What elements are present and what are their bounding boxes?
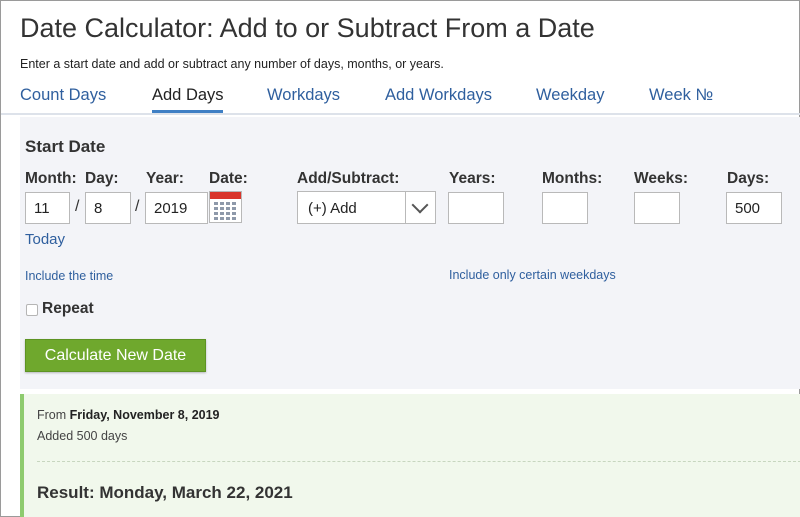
result-divider <box>37 461 800 462</box>
add-subtract-select[interactable]: (+) Add <box>297 191 436 224</box>
tab-bar: Count Days Add Days Workdays Add Workday… <box>1 84 800 115</box>
year-label: Year: <box>146 170 184 187</box>
tab-count-days[interactable]: Count Days <box>20 86 106 105</box>
years-label: Years: <box>449 170 496 187</box>
weeks-label: Weeks: <box>634 170 688 187</box>
year-input[interactable] <box>145 192 208 224</box>
include-weekdays-link[interactable]: Include only certain weekdays <box>449 268 616 282</box>
select-divider <box>405 192 406 223</box>
repeat-label: Repeat <box>42 300 94 317</box>
date-separator: / <box>135 198 140 215</box>
start-date-heading: Start Date <box>25 137 106 156</box>
active-tab-indicator <box>152 110 223 113</box>
date-label: Date: <box>209 170 248 187</box>
calendar-icon[interactable] <box>209 191 242 223</box>
repeat-checkbox[interactable] <box>26 304 38 316</box>
chevron-down-icon <box>411 196 429 214</box>
calculate-new-date-button[interactable]: Calculate New Date <box>25 339 206 372</box>
add-subtract-selected-value: (+) Add <box>308 200 357 217</box>
tab-week-number[interactable]: Week № <box>649 86 713 105</box>
calendar-header <box>210 192 241 199</box>
today-link[interactable]: Today <box>25 231 65 248</box>
months-label: Months: <box>542 170 603 187</box>
month-label: Month: <box>25 170 77 187</box>
calendar-grid <box>214 202 237 220</box>
result-from-date: Friday, November 8, 2019 <box>69 408 220 422</box>
result-from-line: From Friday, November 8, 2019 <box>37 408 220 422</box>
tab-weekday[interactable]: Weekday <box>536 86 604 105</box>
day-label: Day: <box>85 170 119 187</box>
years-input[interactable] <box>448 192 504 224</box>
result-from-prefix: From <box>37 408 67 422</box>
add-subtract-label: Add/Subtract: <box>297 170 400 187</box>
month-input[interactable] <box>25 192 70 224</box>
tab-add-workdays[interactable]: Add Workdays <box>385 86 492 105</box>
page-title: Date Calculator: Add to or Subtract From… <box>20 13 595 43</box>
date-separator: / <box>75 198 80 215</box>
day-input[interactable] <box>85 192 131 224</box>
include-time-link[interactable]: Include the time <box>25 269 113 283</box>
months-input[interactable] <box>542 192 588 224</box>
tab-workdays[interactable]: Workdays <box>267 86 340 105</box>
weeks-input[interactable] <box>634 192 680 224</box>
days-input[interactable] <box>726 192 782 224</box>
days-label: Days: <box>727 170 770 187</box>
page-subtitle: Enter a start date and add or subtract a… <box>20 57 444 71</box>
result-added-line: Added 500 days <box>37 429 128 443</box>
tab-add-days[interactable]: Add Days <box>152 86 224 105</box>
result-heading: Result: Monday, March 22, 2021 <box>37 483 293 502</box>
